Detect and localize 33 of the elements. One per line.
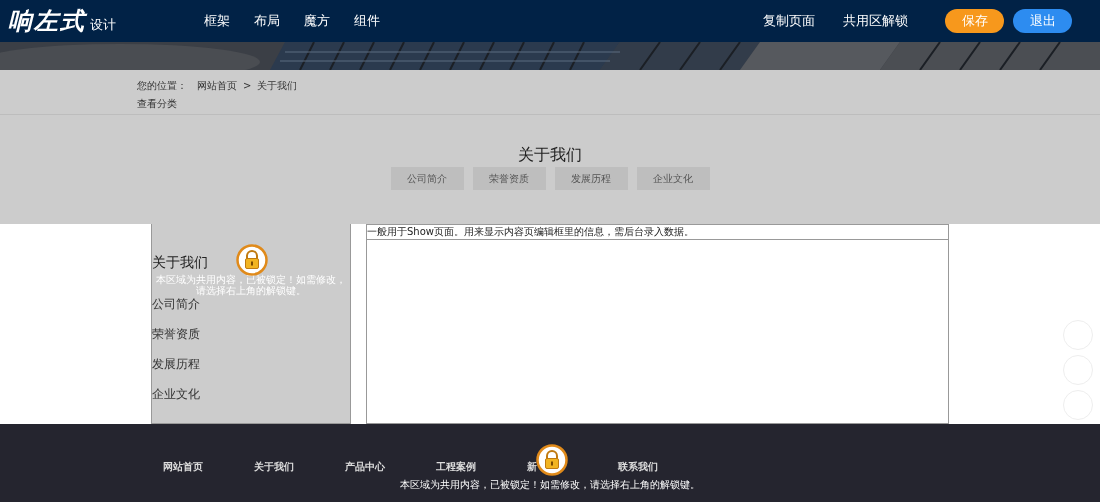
sidebar-title: 关于我们	[152, 253, 208, 271]
category-tab[interactable]: 企业文化	[636, 167, 710, 190]
category-tab[interactable]: 荣誉资质	[472, 167, 546, 190]
footer-link[interactable]: 网站首页	[163, 460, 203, 473]
toolbar-link[interactable]: 共用区解锁	[843, 12, 908, 30]
nav-link[interactable]: 框架	[204, 12, 230, 30]
section-title: 关于我们	[518, 145, 582, 165]
breadcrumb-link[interactable]: 网站首页	[197, 79, 237, 92]
breadcrumb-separator: >	[243, 79, 252, 92]
nav-link[interactable]: 组件	[354, 12, 380, 30]
content-text: 一般用于Show页面。用来显示内容页编辑框里的信息，需后台录入数据。	[367, 224, 948, 240]
sidebar-item[interactable]: 公司简介	[152, 296, 200, 312]
logo-subtitle: 设计	[90, 16, 116, 34]
toolbar-link[interactable]: 复制页面	[763, 12, 815, 30]
view-category-link[interactable]: 查看分类	[137, 97, 177, 111]
lock-icon	[236, 244, 268, 276]
nav-link[interactable]: 布局	[254, 12, 280, 30]
logo: 响左式	[8, 5, 86, 37]
sidebar-item[interactable]: 发展历程	[152, 356, 200, 372]
footer-link[interactable]: 联系我们	[618, 460, 658, 473]
footer-link[interactable]: 关于我们	[254, 460, 294, 473]
lock-icon	[536, 444, 568, 476]
sidebar-item[interactable]: 荣誉资质	[152, 326, 200, 342]
footer-link[interactable]: 工程案例	[436, 460, 476, 473]
breadcrumb-label: 您的位置：	[137, 79, 187, 92]
footer-link[interactable]: 新	[527, 460, 537, 473]
lock-notice: 本区域为共用内容，已被锁定！如需修改，请选择右上角的解锁键。	[400, 478, 700, 492]
sidebar-item[interactable]: 企业文化	[152, 386, 200, 402]
breadcrumb-link[interactable]: 关于我们	[257, 79, 298, 92]
category-tab[interactable]: 公司简介	[390, 167, 464, 190]
nav-link[interactable]: 魔方	[304, 12, 330, 30]
category-tab[interactable]: 发展历程	[554, 167, 628, 190]
footer-link[interactable]: 产品中心	[345, 460, 385, 473]
